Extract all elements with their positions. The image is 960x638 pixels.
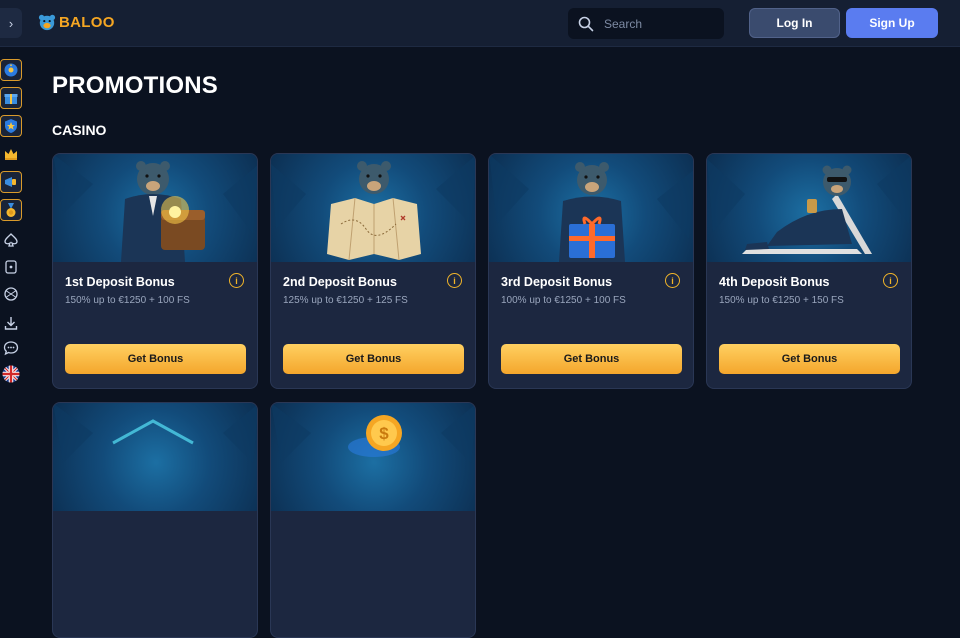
sidebar-item-chat[interactable] (0, 337, 22, 359)
sidebar-item-live-casino[interactable] (0, 256, 22, 278)
promo-card-title: 4th Deposit Bonus (719, 275, 830, 289)
sidebar-item-tournaments[interactable] (0, 199, 22, 221)
coin-dollar-symbol: $ (379, 424, 389, 443)
promo-image-banner (53, 403, 257, 511)
dice-icon (5, 260, 17, 274)
get-bonus-button[interactable]: Get Bonus (283, 344, 464, 374)
info-icon[interactable]: i (447, 273, 462, 288)
sidebar-item-download[interactable] (0, 312, 22, 334)
signup-button[interactable]: Sign Up (846, 8, 938, 38)
shield-badge-icon (5, 119, 17, 133)
info-icon[interactable]: i (883, 273, 898, 288)
medal-icon (6, 203, 16, 217)
chevron-right-icon: › (8, 15, 14, 31)
sidebar-item-shield[interactable] (0, 115, 22, 137)
spade-icon (4, 233, 18, 247)
uk-flag-icon (2, 365, 20, 383)
promo-image-bear-treasure-map (271, 154, 475, 262)
promo-card[interactable]: $ (270, 402, 476, 638)
promo-card-title: 2nd Deposit Bonus (283, 275, 397, 289)
promo-card[interactable]: 1st Deposit Bonus i 150% up to €1250 + 1… (52, 153, 258, 389)
sidebar-item-sports[interactable] (0, 283, 22, 305)
promo-image-bear-sunbed (707, 154, 911, 262)
promo-image-coin: $ (271, 403, 475, 511)
promo-image-bear-treasure-chest (53, 154, 257, 262)
sports-ball-icon (4, 287, 18, 301)
sidebar-item-casino[interactable] (0, 229, 22, 251)
promo-card-title: 1st Deposit Bonus (65, 275, 175, 289)
get-bonus-button[interactable]: Get Bonus (501, 344, 682, 374)
login-button[interactable]: Log In (749, 8, 840, 38)
sidebar-expand-button[interactable]: › (0, 8, 22, 38)
info-icon[interactable]: i (229, 273, 244, 288)
promo-image-bear-gift-box (489, 154, 693, 262)
page-title: PROMOTIONS (52, 72, 219, 99)
left-sidebar (0, 56, 22, 450)
promo-card[interactable] (52, 402, 258, 638)
search-input[interactable] (604, 16, 714, 31)
search-box[interactable] (568, 8, 724, 39)
get-bonus-button[interactable]: Get Bonus (65, 344, 246, 374)
promo-card-description: 125% up to €1250 + 125 FS (283, 295, 408, 306)
promo-card-description: 100% up to €1250 + 100 FS (501, 295, 626, 306)
wheel-of-fortune-icon (4, 63, 18, 77)
download-icon (4, 317, 18, 330)
brand-name: BALOO (59, 13, 115, 31)
promo-card-description: 150% up to €1250 + 150 FS (719, 295, 844, 306)
gift-box-icon (4, 94, 18, 104)
megaphone-icon (5, 177, 16, 187)
brand-logo[interactable]: BALOO (38, 13, 115, 31)
sidebar-item-gift[interactable] (0, 87, 22, 109)
sidebar-item-language[interactable] (0, 363, 22, 385)
sidebar-item-promos[interactable] (0, 171, 22, 193)
bear-logo-icon (38, 14, 56, 31)
crown-icon (5, 149, 17, 160)
sidebar-item-wheel[interactable] (0, 59, 22, 81)
chat-icon (3, 341, 19, 356)
search-icon (578, 16, 594, 31)
section-title-casino: CASINO (52, 122, 107, 138)
get-bonus-button[interactable]: Get Bonus (719, 344, 900, 374)
sidebar-item-vip[interactable] (0, 143, 22, 165)
promo-card-description: 150% up to €1250 + 100 FS (65, 295, 190, 306)
info-icon[interactable]: i (665, 273, 680, 288)
promo-card[interactable]: 2nd Deposit Bonus i 125% up to €1250 + 1… (270, 153, 476, 389)
promo-card-title: 3rd Deposit Bonus (501, 275, 613, 289)
promo-card[interactable]: 4th Deposit Bonus i 150% up to €1250 + 1… (706, 153, 912, 389)
top-header: › BALOO Log In Sign Up (0, 0, 960, 47)
promo-card[interactable]: 3rd Deposit Bonus i 100% up to €1250 + 1… (488, 153, 694, 389)
